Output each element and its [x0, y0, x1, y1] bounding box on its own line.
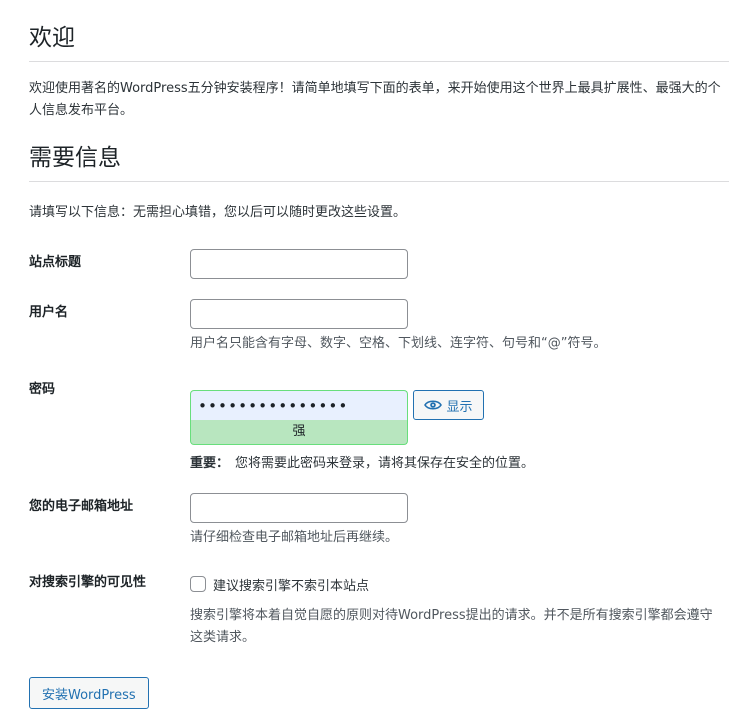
welcome-heading: 欢迎: [29, 25, 75, 51]
email-input[interactable]: [190, 493, 408, 523]
search-visibility-checkbox[interactable]: [190, 576, 206, 592]
username-input[interactable]: [190, 299, 408, 329]
info-intro: 请填写以下信息：无需担心填错，您以后可以随时更改这些设置。: [29, 205, 407, 220]
search-visibility-description: 搜索引擎将本着自觉自愿的原则对待WordPress提出的请求。并不是所有搜索引擎…: [190, 608, 713, 645]
install-wordpress-button[interactable]: 安装WordPress: [29, 677, 149, 709]
search-visibility-label: 对搜索引擎的可见性: [29, 575, 147, 590]
site-title-label: 站点标题: [29, 255, 82, 270]
show-password-label: 显示: [446, 399, 473, 415]
email-label: 您的电子邮箱地址: [29, 499, 134, 514]
welcome-intro: 欢迎使用著名的WordPress五分钟安装程序！请简单地填写下面的表单，来开始使…: [29, 81, 721, 118]
show-password-button[interactable]: 显示: [413, 390, 484, 420]
password-label: 密码: [29, 382, 56, 397]
username-hint: 用户名只能含有字母、数字、空格、下划线、连字符、句号和“@”符号。: [190, 336, 607, 351]
password-input[interactable]: [190, 390, 408, 420]
search-visibility-checkbox-label[interactable]: 建议搜索引擎不索引本站点: [213, 575, 369, 594]
welcome-divider: [29, 61, 729, 62]
password-strength-meter: 强: [190, 420, 408, 445]
username-label: 用户名: [29, 305, 69, 320]
password-note: 重要： 您将需要此密码来登录，请将其保存在安全的位置。: [190, 452, 534, 471]
password-note-text: 您将需要此密码来登录，请将其保存在安全的位置。: [235, 456, 535, 471]
site-title-input[interactable]: [190, 249, 408, 279]
email-hint: 请仔细检查电子邮箱地址后再继续。: [190, 530, 399, 545]
password-note-strong: 重要：: [190, 456, 230, 471]
info-heading: 需要信息: [29, 145, 121, 171]
info-divider: [29, 181, 729, 182]
eye-icon: [424, 399, 443, 411]
